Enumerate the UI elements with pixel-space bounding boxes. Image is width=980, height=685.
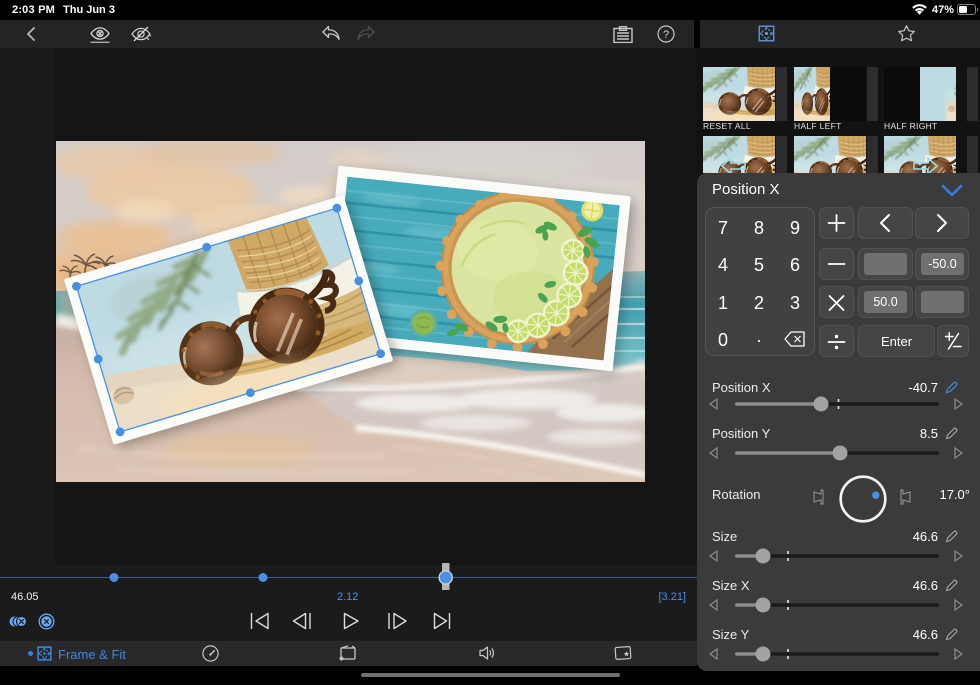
svg-text:?: ? — [663, 29, 669, 41]
